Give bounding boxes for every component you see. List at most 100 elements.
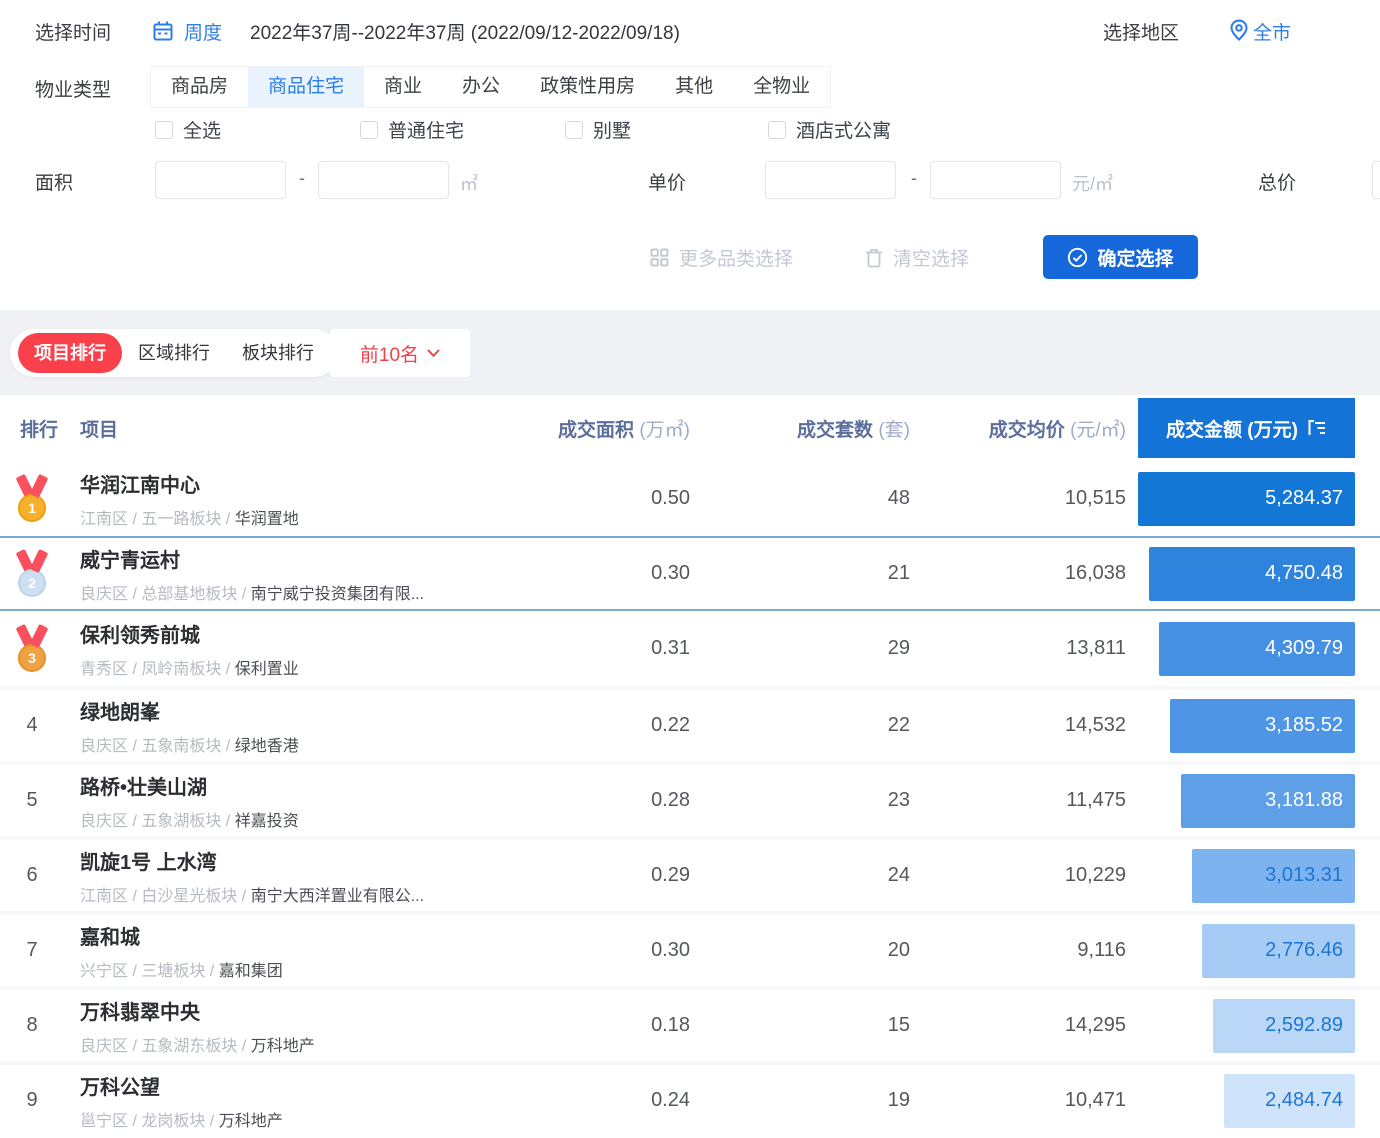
units-value: 19	[690, 1089, 910, 1112]
table-row[interactable]: 5 路桥•壮美山湖 良庆区 / 五象湖板块 / 祥嘉投资 0.28 23 11,…	[0, 761, 1380, 836]
ranking-tab[interactable]: 区域排行	[122, 333, 226, 373]
area-value: 0.31	[540, 637, 690, 660]
project-district-block: 良庆区 / 五象湖板块 /	[80, 813, 235, 830]
checkbox-icon[interactable]	[155, 121, 173, 139]
ranking-tab[interactable]: 板块排行	[226, 333, 330, 373]
amount-bar: 4,309.79	[1159, 622, 1355, 676]
rank-cell: 6	[0, 864, 64, 887]
property-type-tab[interactable]: 全物业	[733, 67, 830, 107]
project-name: 万科翡翠中央	[80, 996, 540, 1025]
units-value: 20	[690, 939, 910, 962]
checkbox-label: 普通住宅	[388, 116, 464, 143]
checkbox-label: 全选	[183, 116, 221, 143]
amount-bar-cell: 2,484.74	[1126, 1074, 1355, 1128]
subtype-checkbox[interactable]: 别墅	[565, 116, 631, 143]
unit-price-max-input[interactable]	[930, 161, 1061, 199]
chevron-down-icon	[427, 349, 440, 358]
checkbox-icon[interactable]	[768, 121, 786, 139]
project-district-block: 良庆区 / 五象湖东板块 /	[80, 1038, 251, 1055]
project-district-block: 青秀区 / 凤岭南板块 /	[80, 661, 235, 678]
project-name: 威宁青运村	[80, 544, 540, 573]
property-type-tab[interactable]: 其他	[655, 67, 733, 107]
amount-bar: 2,592.89	[1213, 999, 1355, 1053]
header-amount-label: 成交金额 (万元)	[1166, 415, 1298, 442]
property-type-tab[interactable]: 商品住宅	[248, 67, 364, 107]
table-row[interactable]: 9 万科公望 邕宁区 / 龙岗板块 / 万科地产 0.24 19 10,471 …	[0, 1061, 1380, 1136]
area-value: 0.29	[540, 864, 690, 887]
property-type-tab[interactable]: 商品房	[151, 67, 248, 107]
amount-bar: 3,013.31	[1192, 849, 1355, 903]
project-developer: 祥嘉投资	[235, 813, 299, 830]
rank-number: 4	[26, 714, 37, 737]
ranking-bar: 项目排行区域排行板块排行 前10名	[0, 310, 1380, 395]
medal-rank-number: 1	[18, 494, 46, 522]
region-value-link[interactable]: 全市	[1253, 18, 1291, 45]
checkbox-icon[interactable]	[360, 121, 378, 139]
amount-value: 3,181.88	[1265, 789, 1355, 812]
amount-bar-cell: 2,776.46	[1126, 924, 1355, 978]
project-location: 良庆区 / 五象湖东板块 / 万科地产	[80, 1032, 540, 1056]
project-cell: 万科翡翠中央 良庆区 / 五象湖东板块 / 万科地产	[64, 996, 540, 1056]
area-filter-label: 面积	[35, 168, 73, 195]
amount-bar-cell: 5,284.37	[1126, 472, 1355, 526]
subtype-checkbox[interactable]: 普通住宅	[360, 116, 464, 143]
rank-cell: 7	[0, 939, 64, 962]
amount-bar: 4,750.48	[1149, 547, 1355, 601]
project-name: 凯旋1号 上水湾	[80, 846, 540, 875]
area-max-input[interactable]	[318, 161, 449, 199]
property-type-tab[interactable]: 办公	[442, 67, 520, 107]
header-amount-sort[interactable]: 成交金额 (万元)	[1138, 398, 1355, 458]
table-row[interactable]: 3 保利领秀前城 青秀区 / 凤岭南板块 / 保利置业 0.31 29 13,8…	[0, 611, 1380, 686]
area-min-input[interactable]	[155, 161, 286, 199]
price-value: 10,229	[910, 864, 1126, 887]
area-value: 0.30	[540, 562, 690, 585]
property-type-tab[interactable]: 商业	[364, 67, 442, 107]
more-categories-button[interactable]: 更多品类选择	[650, 244, 793, 271]
checkbox-icon[interactable]	[565, 121, 583, 139]
price-value: 10,515	[910, 487, 1126, 510]
top-n-dropdown[interactable]: 前10名	[330, 329, 470, 377]
table-row[interactable]: 8 万科翡翠中央 良庆区 / 五象湖东板块 / 万科地产 0.18 15 14,…	[0, 986, 1380, 1061]
project-name: 嘉和城	[80, 921, 540, 950]
project-developer: 万科地产	[219, 1113, 283, 1130]
clear-selection-label: 清空选择	[893, 244, 969, 271]
table-row[interactable]: 2 威宁青运村 良庆区 / 总部基地板块 / 南宁威宁投资集团有限... 0.3…	[0, 536, 1380, 611]
amount-value: 2,484.74	[1265, 1089, 1355, 1112]
rank-number: 6	[26, 864, 37, 887]
subtype-checkbox[interactable]: 全选	[155, 116, 221, 143]
time-filter-label: 选择时间	[35, 18, 111, 45]
amount-bar: 2,776.46	[1202, 924, 1355, 978]
time-mode-link[interactable]: 周度	[184, 18, 222, 45]
table-row[interactable]: 1 华润江南中心 江南区 / 五一路板块 / 华润置地 0.50 48 10,5…	[0, 461, 1380, 536]
header-units: 成交套数 (套)	[690, 415, 910, 442]
checkbox-label: 别墅	[593, 116, 631, 143]
project-district-block: 良庆区 / 五象南板块 /	[80, 738, 235, 755]
property-type-tab[interactable]: 政策性用房	[520, 67, 655, 107]
clear-selection-button[interactable]: 清空选择	[865, 244, 969, 271]
subtype-checkbox[interactable]: 酒店式公寓	[768, 116, 891, 143]
area-value: 0.24	[540, 1089, 690, 1112]
time-range-text[interactable]: 2022年37周--2022年37周 (2022/09/12-2022/09/1…	[250, 18, 680, 45]
confirm-selection-button[interactable]: 确定选择	[1043, 235, 1198, 279]
table-row[interactable]: 7 嘉和城 兴宁区 / 三塘板块 / 嘉和集团 0.30 20 9,116 2,…	[0, 911, 1380, 986]
amount-bar-cell: 3,185.52	[1126, 699, 1355, 753]
rank-cell: 8	[0, 1014, 64, 1037]
sort-descending-icon	[1307, 419, 1327, 437]
unit-price-min-input[interactable]	[765, 161, 896, 199]
project-location: 良庆区 / 总部基地板块 / 南宁威宁投资集团有限...	[80, 580, 540, 604]
units-value: 15	[690, 1014, 910, 1037]
table-row[interactable]: 4 绿地朗峯 良庆区 / 五象南板块 / 绿地香港 0.22 22 14,532…	[0, 686, 1380, 761]
project-district-block: 江南区 / 白沙星光板块 /	[80, 888, 251, 905]
price-range-separator: -	[911, 168, 917, 189]
units-value: 21	[690, 562, 910, 585]
total-price-min-input[interactable]	[1372, 161, 1380, 199]
rank-number: 5	[26, 789, 37, 812]
price-value: 16,038	[910, 562, 1126, 585]
amount-value: 3,185.52	[1265, 714, 1355, 737]
rank-cell: 2	[0, 550, 64, 597]
area-value: 0.50	[540, 487, 690, 510]
project-developer: 嘉和集团	[219, 963, 283, 980]
table-row[interactable]: 6 凯旋1号 上水湾 江南区 / 白沙星光板块 / 南宁大西洋置业有限公... …	[0, 836, 1380, 911]
ranking-tab[interactable]: 项目排行	[18, 333, 122, 373]
project-location: 兴宁区 / 三塘板块 / 嘉和集团	[80, 957, 540, 981]
